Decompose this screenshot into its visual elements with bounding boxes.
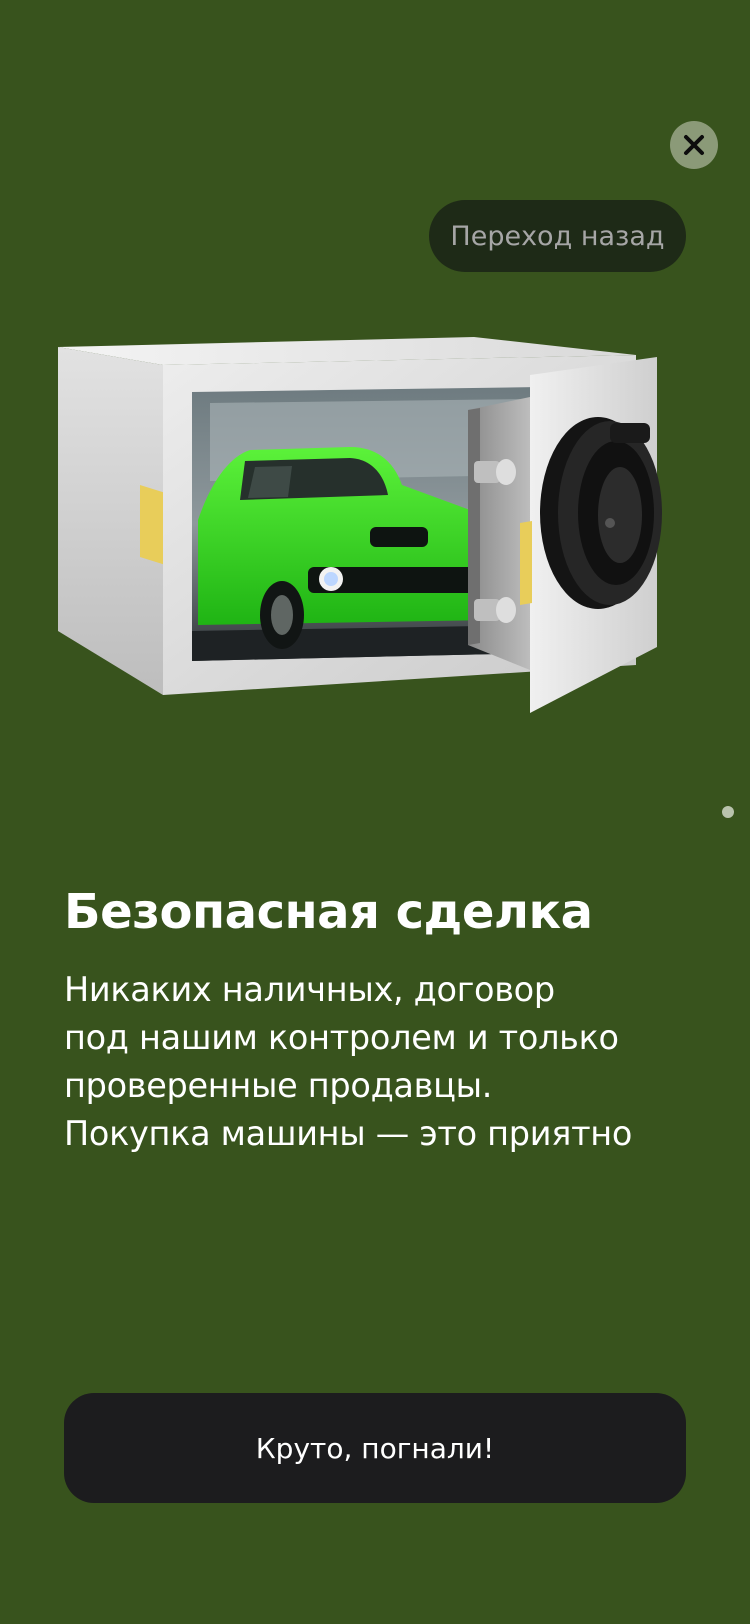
page-title: Безопасная сделка [64,884,593,940]
description-line: Никаких наличных, договор [64,970,555,1009]
onboarding-screen: Переход назад Безопасная сделка Никаких … [0,0,750,1624]
description-line: проверенные продавцы. [64,1066,493,1105]
description-line: под нашим контролем и только [64,1018,619,1057]
dial-icon [540,417,662,609]
close-button[interactable] [670,121,718,169]
safe-with-car-illustration [58,337,662,713]
continue-button[interactable]: Круто, погнали! [64,1393,686,1503]
description-text: Никаких наличных, договор под нашим конт… [64,966,724,1158]
close-icon [684,135,704,155]
back-navigation-pill[interactable]: Переход назад [429,200,686,272]
page-indicator-dot [722,806,734,818]
description-line: Покупка машины — это приятно [64,1114,633,1153]
